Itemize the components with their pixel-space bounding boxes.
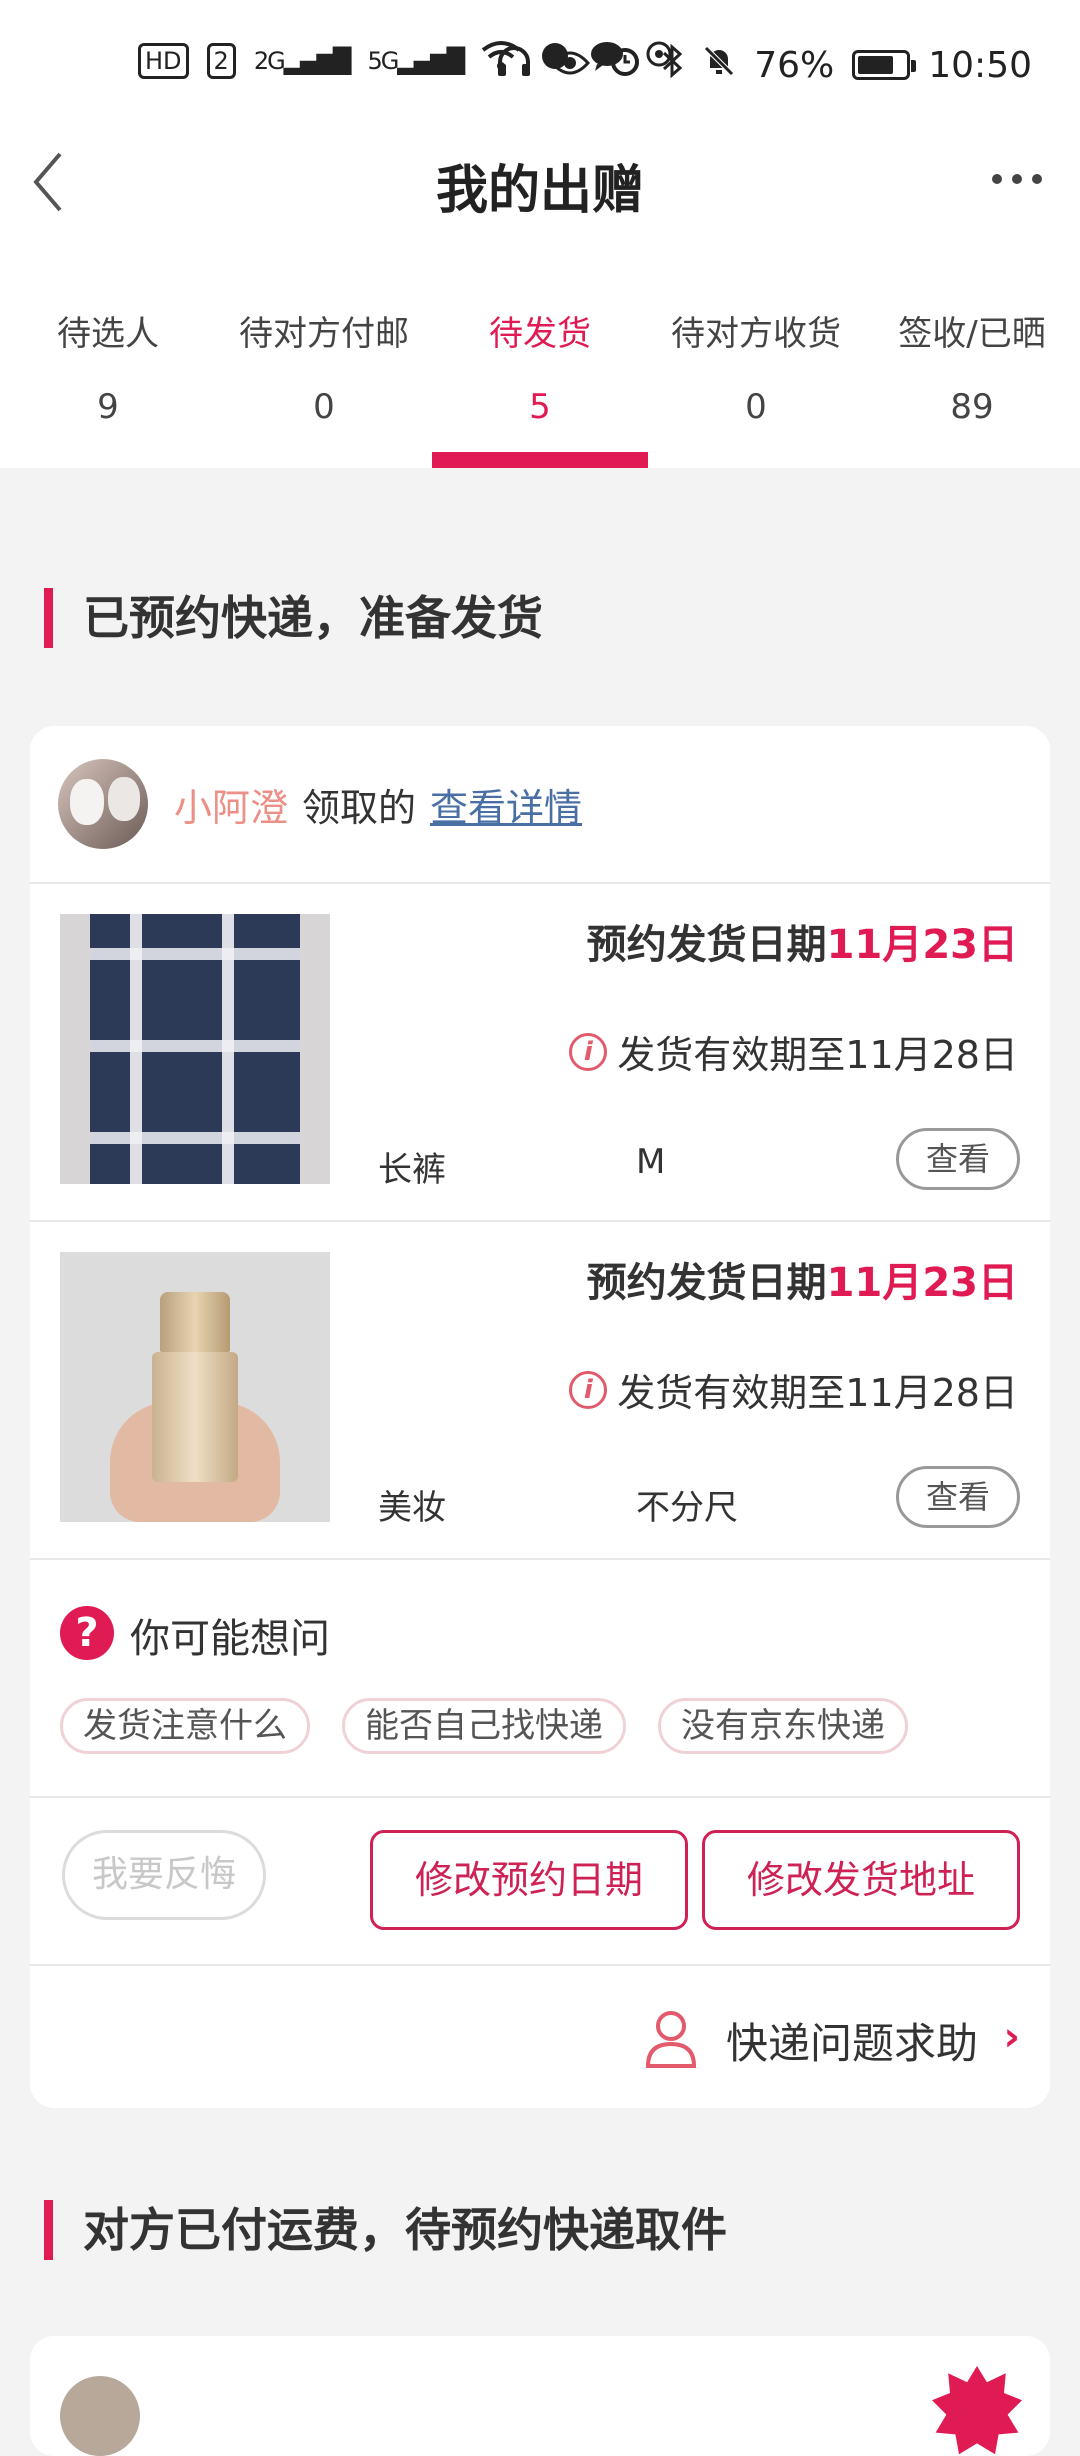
tab-active-indicator	[432, 452, 648, 468]
claimer-name[interactable]: 小阿澄	[174, 777, 288, 832]
tab-label: 待选人	[57, 314, 159, 354]
item-size: 不分尺	[636, 1488, 738, 1528]
plaid-pants-image	[90, 914, 300, 1184]
signal-2g-icon: 2G▂▄▆█	[253, 46, 352, 75]
scheduled-ship-date: 预约发货日期11月23日	[587, 912, 1018, 970]
change-address-button[interactable]: 修改发货地址	[702, 1830, 1020, 1930]
sim-badge: 2	[206, 42, 236, 79]
tab-label: 待对方付邮	[239, 314, 409, 354]
wifi-icon	[481, 40, 521, 81]
tab-label: 待发货	[489, 314, 591, 354]
back-arrow-icon[interactable]	[30, 152, 90, 212]
faq-title: 你可能想问	[130, 1616, 330, 1662]
item-image-pants[interactable]	[60, 914, 330, 1184]
ship-expiry: i 发货有效期至11月28日	[569, 1362, 1018, 1417]
ship-date-value: 11月23日	[826, 1260, 1018, 1306]
tab-label: 签收/已晒	[898, 314, 1046, 354]
faq-chip[interactable]: 没有京东快递	[658, 1698, 908, 1754]
claim-text: 领取的	[302, 785, 417, 830]
gift-card: 小阿澄 领取的 查看详情 预约发货日期11月23日 i 发货有效期至11月28日 …	[30, 726, 1050, 2108]
section-title-booked: 已预约快递，准备发货	[44, 588, 543, 648]
ship-date-prefix: 预约发货日期	[586, 922, 827, 968]
courier-help-row[interactable]: 快递问题求助 ›	[30, 1966, 1050, 2108]
tab-count: 5	[529, 387, 551, 427]
faq-chip[interactable]: 能否自己找快递	[342, 1698, 626, 1754]
ship-date-prefix: 预约发货日期	[586, 1260, 827, 1306]
info-icon: i	[569, 1032, 608, 1071]
battery-icon	[852, 50, 917, 80]
foundation-bottle-image	[152, 1292, 238, 1482]
clock: 10:50	[928, 44, 1032, 86]
action-bar: 我要反悔 修改预约日期 修改发货地址	[30, 1798, 1050, 1966]
question-icon: ?	[60, 1606, 114, 1660]
network-5g-label: 5G	[367, 46, 400, 75]
tab-indicator	[648, 452, 864, 468]
tab-count: 0	[745, 387, 767, 427]
message-icon	[589, 40, 625, 81]
tab-indicator	[864, 452, 1080, 468]
item-category: 美妆	[378, 1488, 446, 1528]
tab-indicator	[216, 452, 432, 468]
card-header: 小阿澄 领取的 查看详情	[30, 726, 1050, 884]
page-title: 我的出赠	[435, 160, 644, 221]
view-details-link[interactable]: 查看详情	[430, 777, 582, 832]
item-size: M	[636, 1142, 666, 1182]
section-title-paid: 对方已付运费，待预约快递取件	[44, 2200, 727, 2260]
tab-signed-shared[interactable]: 签收/已晒 89	[864, 240, 1080, 468]
app-notification-icon	[539, 40, 571, 81]
starburst-badge-icon	[932, 2366, 1022, 2455]
tab-count: 0	[313, 387, 335, 427]
change-date-button[interactable]: 修改预约日期	[370, 1830, 688, 1930]
tab-indicator	[0, 452, 216, 468]
nav-bar: 我的出赠	[0, 130, 1080, 240]
gift-card-partial	[30, 2336, 1050, 2456]
ship-date-value: 11月23日	[826, 922, 1018, 968]
chevron-right-icon: ›	[1003, 2014, 1020, 2060]
list-item: 预约发货日期11月23日 i 发货有效期至11月28日 美妆 不分尺 查看	[30, 1222, 1050, 1560]
ship-expiry: i 发货有效期至11月28日	[569, 1024, 1018, 1079]
status-bar: HD 2 2G▂▄▆█ 5G▂▄▆█ 76% 10:50	[0, 0, 1080, 130]
status-left-icons: HD 2 2G▂▄▆█ 5G▂▄▆█	[138, 40, 675, 81]
regret-button[interactable]: 我要反悔	[62, 1830, 266, 1920]
ship-expiry-text: 发货有效期至11月28日	[617, 1371, 1018, 1415]
tab-count: 89	[950, 387, 994, 427]
more-options-icon[interactable]	[992, 174, 1042, 184]
list-item: 预约发货日期11月23日 i 发货有效期至11月28日 长裤 M 查看	[30, 884, 1050, 1222]
battery-fill	[858, 56, 894, 74]
tab-pending-receipt[interactable]: 待对方收货 0	[648, 240, 864, 468]
battery-percent: 76%	[754, 44, 835, 86]
view-button[interactable]: 查看	[896, 1128, 1020, 1190]
faq-chips: 发货注意什么 能否自己找快递 没有京东快递	[60, 1698, 908, 1754]
item-image-foundation[interactable]	[60, 1252, 330, 1522]
person-icon	[644, 2008, 698, 2068]
tab-label: 待对方收货	[671, 314, 841, 354]
avatar[interactable]	[60, 2376, 140, 2456]
item-category: 长裤	[378, 1150, 446, 1190]
faq-section: ? 你可能想问 发货注意什么 能否自己找快递 没有京东快递	[30, 1560, 1050, 1798]
avatar[interactable]	[58, 759, 148, 849]
faq-chip[interactable]: 发货注意什么	[60, 1698, 310, 1754]
tab-pending-shipment[interactable]: 待发货 5	[432, 240, 648, 468]
location-icon	[643, 40, 675, 81]
tab-pending-select[interactable]: 待选人 9	[0, 240, 216, 468]
signal-5g-icon: 5G▂▄▆█	[367, 46, 466, 75]
tab-count: 9	[97, 387, 119, 427]
mute-bell-icon	[702, 44, 736, 87]
hd-badge: HD	[138, 42, 189, 79]
view-button[interactable]: 查看	[896, 1466, 1020, 1528]
status-tabs: 待选人 9 待对方付邮 0 待发货 5 待对方收货 0 签收/已晒 89	[0, 240, 1080, 468]
info-icon: i	[569, 1370, 608, 1409]
network-2g-label: 2G	[253, 46, 286, 75]
tab-pending-postage[interactable]: 待对方付邮 0	[216, 240, 432, 468]
ship-expiry-text: 发货有效期至11月28日	[617, 1033, 1018, 1077]
scheduled-ship-date: 预约发货日期11月23日	[587, 1250, 1018, 1308]
courier-help-text: 快递问题求助	[725, 2019, 978, 2068]
